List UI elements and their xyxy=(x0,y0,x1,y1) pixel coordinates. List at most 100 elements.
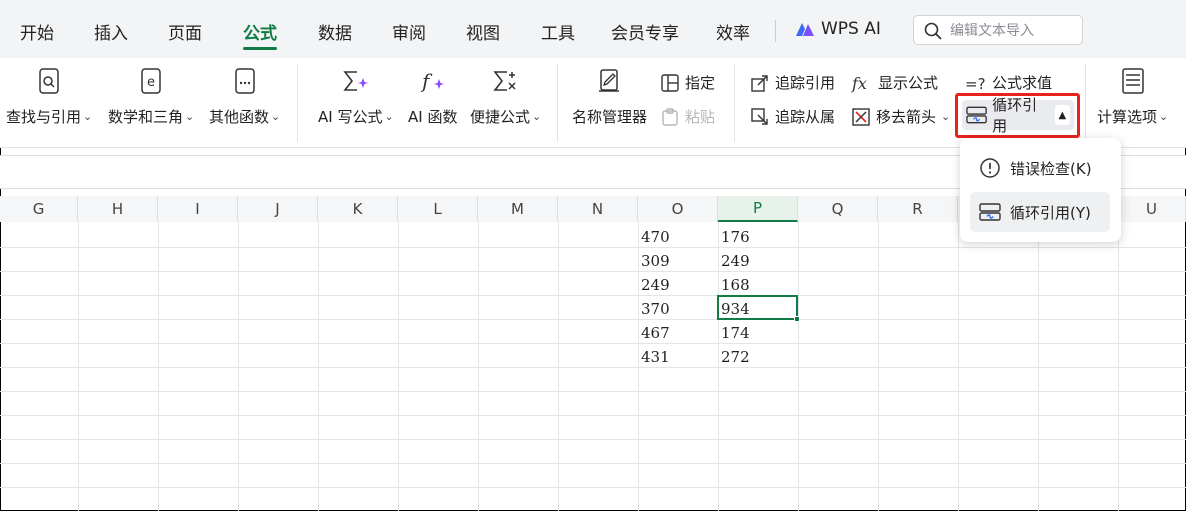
ribbon-separator xyxy=(734,64,735,142)
name-manager-label: 名称管理器 xyxy=(572,108,648,126)
calculation-options-button[interactable]: 计算选项 ⌄ xyxy=(1097,66,1168,127)
chevron-down-icon: ⌄ xyxy=(384,110,394,123)
column-header-p[interactable]: P xyxy=(718,196,798,222)
search-box[interactable] xyxy=(913,15,1083,45)
sigma-sparkle-icon xyxy=(343,71,368,91)
ribbon-separator xyxy=(557,64,558,142)
trace-dependents-button[interactable]: 追踪从属 xyxy=(750,106,835,127)
cell-p-2[interactable]: 249 xyxy=(721,252,750,270)
tab-tools[interactable]: 工具 xyxy=(541,19,575,44)
grid-line xyxy=(0,487,1186,488)
ribbon-separator xyxy=(1085,64,1086,142)
remove-arrows-icon xyxy=(852,107,870,126)
evaluate-formula-button[interactable]: =? 公式求值 xyxy=(965,72,1052,93)
paste-name-button[interactable]: 粘贴 xyxy=(660,106,715,127)
specify-button[interactable]: 指定 xyxy=(660,72,715,93)
grid-line xyxy=(0,271,1186,272)
lookup-button[interactable]: 查找与引用 ⌄ xyxy=(6,66,92,127)
circular-reference-dropdown: 错误检查(K) 循环引用(Y) xyxy=(960,138,1121,242)
tab-review[interactable]: 审阅 xyxy=(392,19,426,44)
tab-insert[interactable]: 插入 xyxy=(94,19,128,44)
circular-reference-item[interactable]: 循环引用(Y) xyxy=(970,192,1110,232)
column-header-o[interactable]: O xyxy=(638,196,718,222)
search-input[interactable] xyxy=(950,21,1078,41)
cell-o-5[interactable]: 467 xyxy=(641,324,670,342)
math-icon: e xyxy=(141,68,161,94)
cell-p-6[interactable]: 272 xyxy=(721,348,750,366)
fill-handle[interactable] xyxy=(794,316,800,322)
column-header-j[interactable]: J xyxy=(238,196,318,222)
chevron-down-icon: ⌄ xyxy=(941,110,951,123)
column-header-l[interactable]: L xyxy=(398,196,478,222)
name-manager-button[interactable]: 名称管理器 xyxy=(572,66,647,127)
show-formulas-label: 显示公式 xyxy=(878,74,939,92)
circular-reference-icon xyxy=(979,203,1001,221)
column-header-g[interactable]: G xyxy=(0,196,78,222)
math-button[interactable]: e 数学和三角 ⌄ xyxy=(108,66,194,127)
grid-line xyxy=(0,343,1186,344)
grid-line xyxy=(0,319,1186,320)
ai-function-label: AI 函数 xyxy=(408,108,458,126)
cell-p-5[interactable]: 174 xyxy=(721,324,750,342)
column-header-m[interactable]: M xyxy=(478,196,558,222)
lookup-label: 查找与引用 xyxy=(6,108,82,126)
grid-line xyxy=(0,295,1186,296)
ribbon-separator xyxy=(297,64,298,142)
quick-formula-button[interactable]: 便捷公式 ⌄ xyxy=(470,66,541,127)
lookup-icon xyxy=(39,68,59,94)
chevron-down-icon: ⌄ xyxy=(271,110,281,123)
tab-home[interactable]: 开始 xyxy=(20,19,54,44)
cell-o-6[interactable]: 431 xyxy=(641,348,670,366)
grid-line xyxy=(0,367,1186,368)
tab-page[interactable]: 页面 xyxy=(168,19,202,44)
error-check-item[interactable]: 错误检查(K) xyxy=(970,148,1110,188)
column-header-n[interactable]: N xyxy=(558,196,638,222)
tab-member[interactable]: 会员专享 xyxy=(611,19,679,44)
trace-dependents-label: 追踪从属 xyxy=(775,108,836,126)
remove-arrows-button[interactable]: 移去箭头 ⌄ xyxy=(851,106,950,127)
trace-precedents-label: 追踪引用 xyxy=(775,74,836,92)
column-header-h[interactable]: H xyxy=(78,196,158,222)
cell-o-2[interactable]: 309 xyxy=(641,252,670,270)
other-functions-button[interactable]: 其他函数 ⌄ xyxy=(209,66,280,127)
column-header-k[interactable]: K xyxy=(318,196,398,222)
ai-function-button[interactable]: f AI 函数 xyxy=(408,66,457,127)
cell-o-1[interactable]: 470 xyxy=(641,228,670,246)
tab-formulas[interactable]: 公式 xyxy=(243,19,277,44)
trace-precedents-icon xyxy=(751,74,768,92)
tab-efficiency[interactable]: 效率 xyxy=(716,19,750,44)
tab-data[interactable]: 数据 xyxy=(318,19,352,44)
menu-bar: 开始 插入 页面 公式 数据 审阅 视图 工具 会员专享 效率 WPS AI xyxy=(0,0,1186,58)
ai-write-formula-button[interactable]: AI 写公式 ⌄ xyxy=(318,66,394,127)
show-formulas-button[interactable]: fx 显示公式 xyxy=(851,72,938,93)
grid-line xyxy=(0,439,1186,440)
cell-p-1[interactable]: 176 xyxy=(721,228,750,246)
column-header-u[interactable]: U xyxy=(1118,196,1186,222)
grid-line xyxy=(0,463,1186,464)
column-header-q[interactable]: Q xyxy=(798,196,878,222)
trace-precedents-button[interactable]: 追踪引用 xyxy=(750,72,835,93)
grid-line xyxy=(0,415,1186,416)
tab-view[interactable]: 视图 xyxy=(466,19,500,44)
cell-o-4[interactable]: 370 xyxy=(641,300,670,318)
paste-label: 粘贴 xyxy=(685,108,716,126)
svg-text:=?: =? xyxy=(965,75,986,93)
calculation-options-label: 计算选项 xyxy=(1097,108,1158,126)
svg-text:fx: fx xyxy=(851,74,867,93)
wps-ai-label: WPS AI xyxy=(821,19,881,39)
cell-p-3[interactable]: 168 xyxy=(721,276,750,294)
evaluate-formula-icon: =? xyxy=(965,75,986,93)
cell-o-3[interactable]: 249 xyxy=(641,276,670,294)
column-header-i[interactable]: I xyxy=(158,196,238,222)
ai-write-formula-label: AI 写公式 xyxy=(318,108,383,126)
trace-dependents-icon xyxy=(751,107,768,125)
remove-arrows-label: 移去箭头 xyxy=(876,108,937,126)
specify-label: 指定 xyxy=(685,74,716,92)
active-cell-cursor[interactable] xyxy=(717,295,800,322)
column-header-r[interactable]: R xyxy=(878,196,958,222)
error-check-label: 错误检查(K) xyxy=(1010,159,1092,178)
quick-formula-label: 便捷公式 xyxy=(470,108,531,126)
wps-ai-button[interactable]: WPS AI xyxy=(795,19,881,39)
chevron-down-icon: ⌄ xyxy=(185,110,195,123)
chevron-down-icon: ⌄ xyxy=(1159,110,1169,123)
